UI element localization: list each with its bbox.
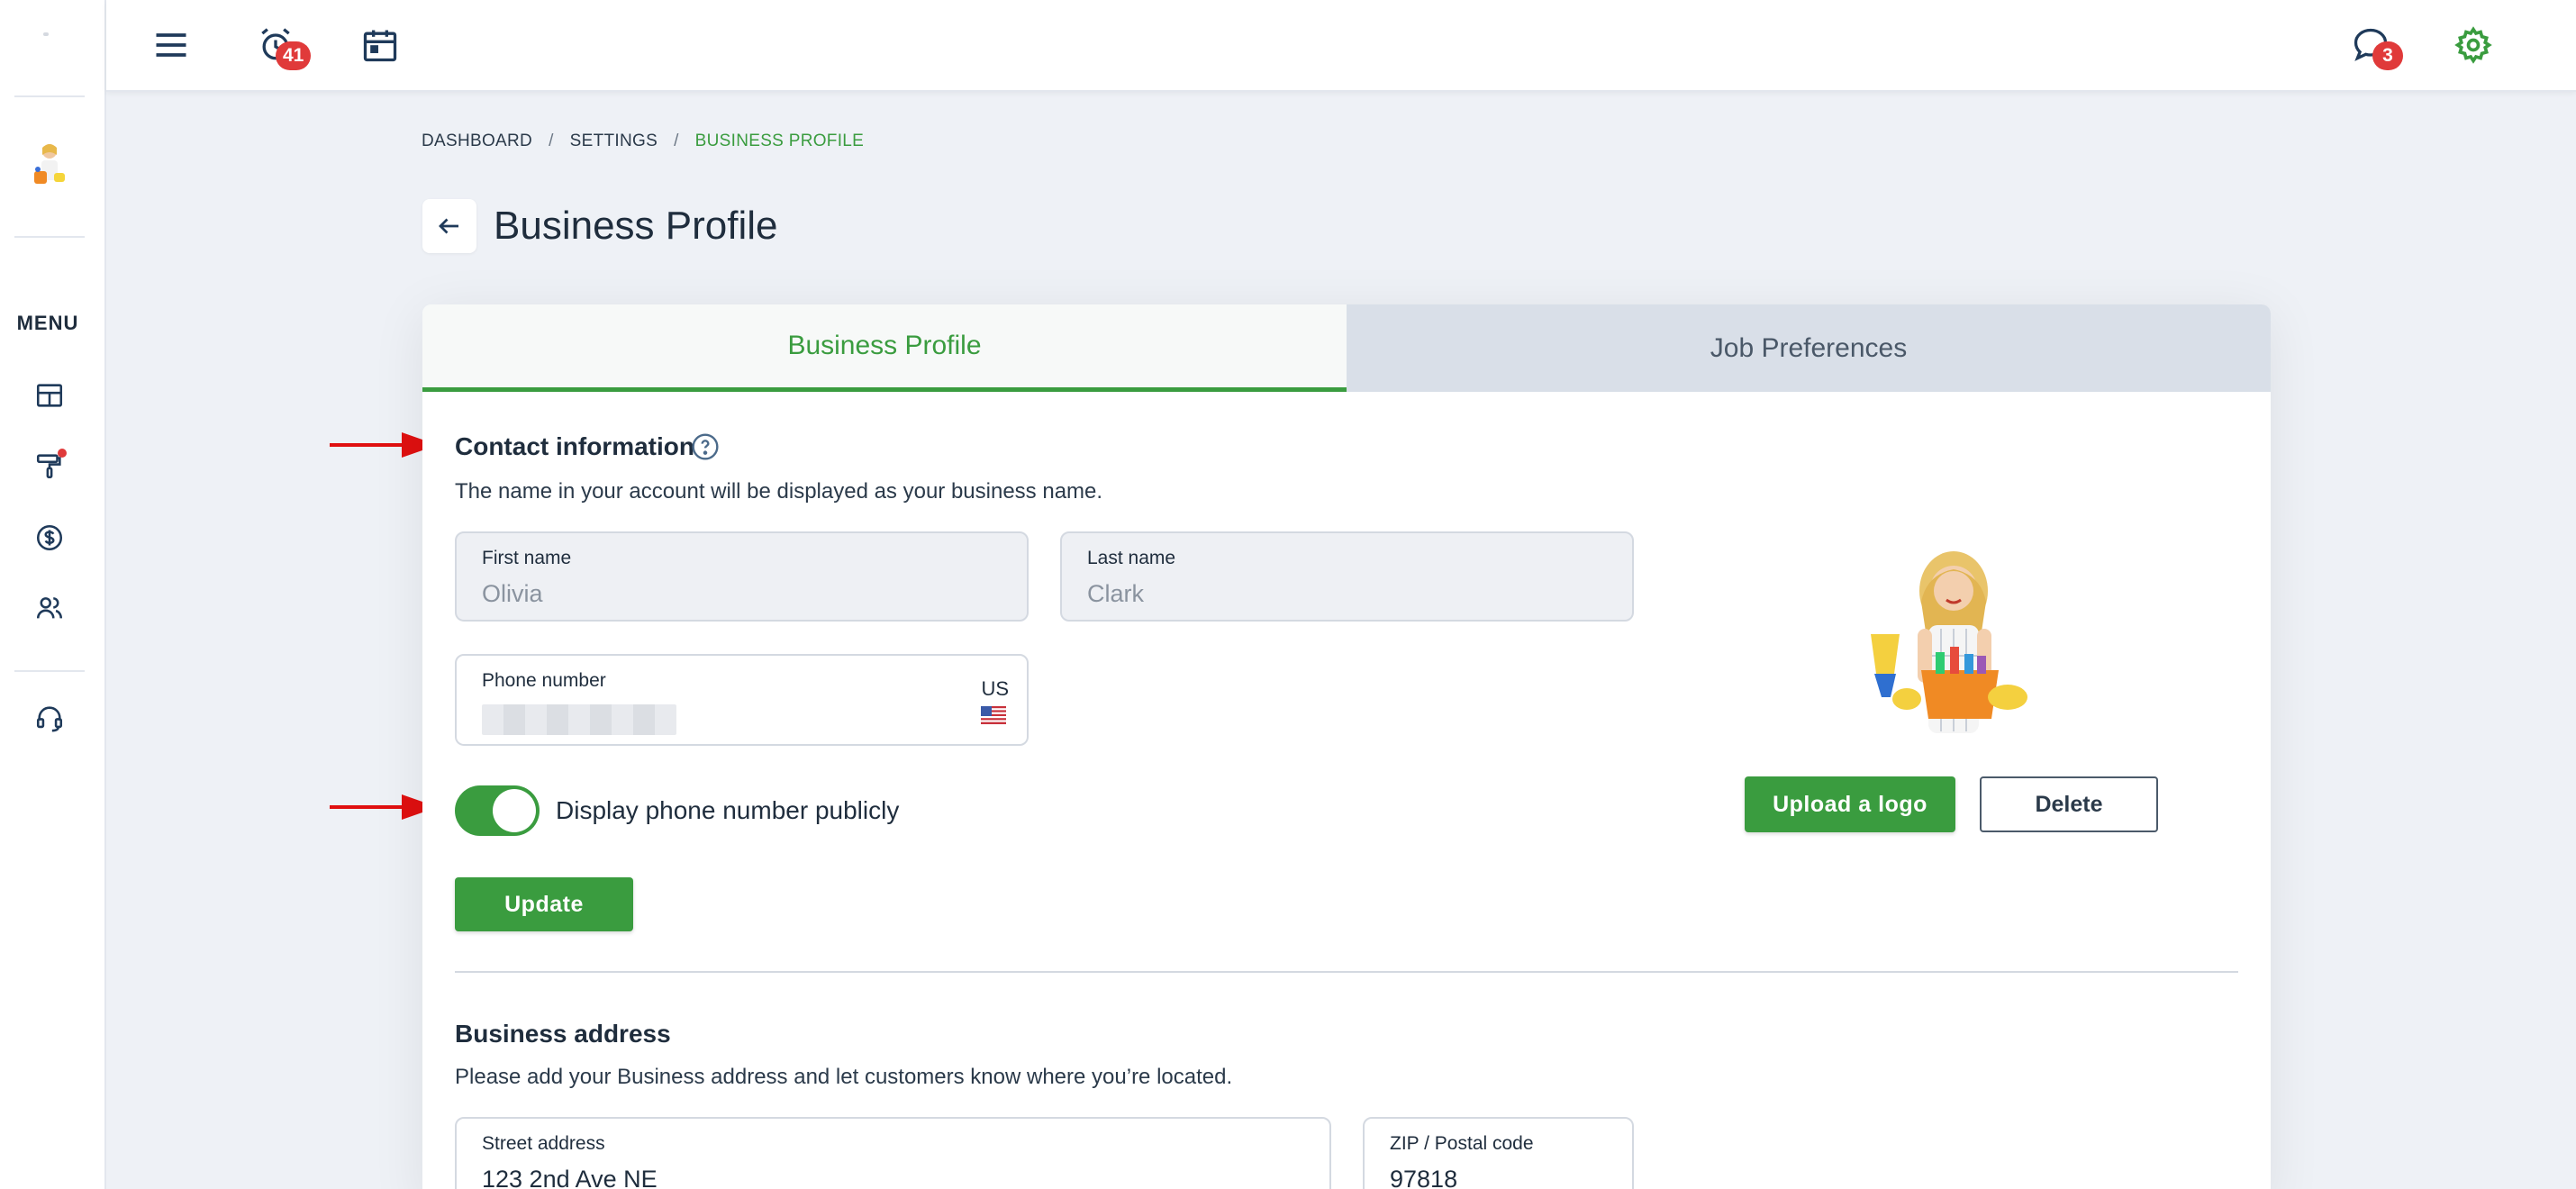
tab-business-profile[interactable]: Business Profile (422, 304, 1347, 392)
sidebar-divider (14, 95, 85, 97)
help-circle-icon[interactable] (691, 432, 720, 461)
breadcrumb-dashboard[interactable]: DASHBOARD (422, 132, 532, 151)
tab-job-preferences[interactable]: Job Preferences (1347, 304, 2271, 392)
business-profile-card: Business Profile Job Preferences Contact… (422, 304, 2271, 1189)
last-name-field[interactable]: Last name Clark (1060, 531, 1634, 622)
arrow-left-icon (439, 218, 458, 234)
page-title: Business Profile (494, 204, 778, 248)
zip-code-label: ZIP / Postal code (1390, 1133, 1534, 1154)
breadcrumb-separator: / (674, 132, 679, 150)
menu-label: MENU (16, 312, 79, 334)
dashboard-grid-icon[interactable] (32, 378, 67, 413)
delete-logo-button[interactable]: Delete (1980, 776, 2158, 832)
first-name-field[interactable]: First name Olivia (455, 531, 1029, 622)
sidebar: MENU (0, 0, 106, 1189)
last-name-label: Last name (1087, 548, 1176, 568)
upload-logo-button[interactable]: Upload a logo (1745, 776, 1955, 832)
phone-number-value-redacted (482, 704, 676, 735)
alarm-clock-icon[interactable]: 41 (250, 20, 312, 70)
first-name-label: First name (482, 548, 572, 568)
alarm-badge: 41 (276, 41, 312, 70)
phone-number-label: Phone number (482, 670, 606, 691)
messages-badge: 3 (2372, 41, 2403, 70)
country-selector[interactable]: US (981, 677, 1009, 724)
gear-icon[interactable] (2448, 20, 2499, 70)
business-logo-image (1871, 551, 2027, 733)
street-address-field[interactable]: Street address 123 2nd Ave NE (455, 1117, 1331, 1189)
contact-information-title: Contact information (455, 432, 694, 460)
section-divider (455, 971, 2238, 973)
chat-bubble-icon[interactable]: 3 (2345, 20, 2403, 70)
hamburger-menu-icon[interactable] (146, 20, 196, 70)
zip-code-field[interactable]: ZIP / Postal code 97818 (1363, 1117, 1634, 1189)
toggle-knob (493, 789, 536, 832)
breadcrumb-current: BUSINESS PROFILE (694, 132, 865, 150)
dollar-icon[interactable] (32, 521, 67, 555)
street-address-label: Street address (482, 1133, 605, 1154)
avatar[interactable] (27, 141, 72, 195)
display-phone-toggle[interactable] (455, 785, 540, 836)
tab-bar: Business Profile Job Preferences (422, 304, 2271, 392)
notification-dot (58, 449, 67, 458)
breadcrumb: DASHBOARD / SETTINGS / BUSINESS PROFILE (422, 132, 864, 151)
us-flag-icon (981, 706, 1007, 724)
app-logo (43, 32, 49, 36)
country-code: US (981, 677, 1009, 700)
breadcrumb-settings[interactable]: SETTINGS (570, 132, 658, 151)
back-button[interactable] (422, 199, 476, 253)
contact-description: The name in your account will be display… (455, 479, 1103, 504)
zip-code-value: 97818 (1390, 1166, 1458, 1189)
display-phone-label: Display phone number publicly (556, 796, 900, 824)
business-address-description: Please add your Business address and let… (455, 1065, 1233, 1089)
headset-icon[interactable] (32, 701, 67, 735)
calendar-icon[interactable] (355, 20, 405, 70)
street-address-value: 123 2nd Ave NE (482, 1166, 658, 1189)
first-name-value: Olivia (482, 580, 543, 607)
update-button[interactable]: Update (455, 877, 633, 931)
phone-number-field[interactable]: Phone number US (455, 654, 1029, 746)
sidebar-divider (14, 236, 85, 238)
business-address-title: Business address (455, 1020, 671, 1048)
breadcrumb-separator: / (549, 132, 554, 150)
top-bar: 41 3 (106, 0, 2576, 92)
sidebar-divider (14, 670, 85, 672)
last-name-value: Clark (1087, 580, 1145, 607)
paint-roller-icon[interactable] (32, 449, 67, 483)
users-icon[interactable] (32, 591, 67, 625)
